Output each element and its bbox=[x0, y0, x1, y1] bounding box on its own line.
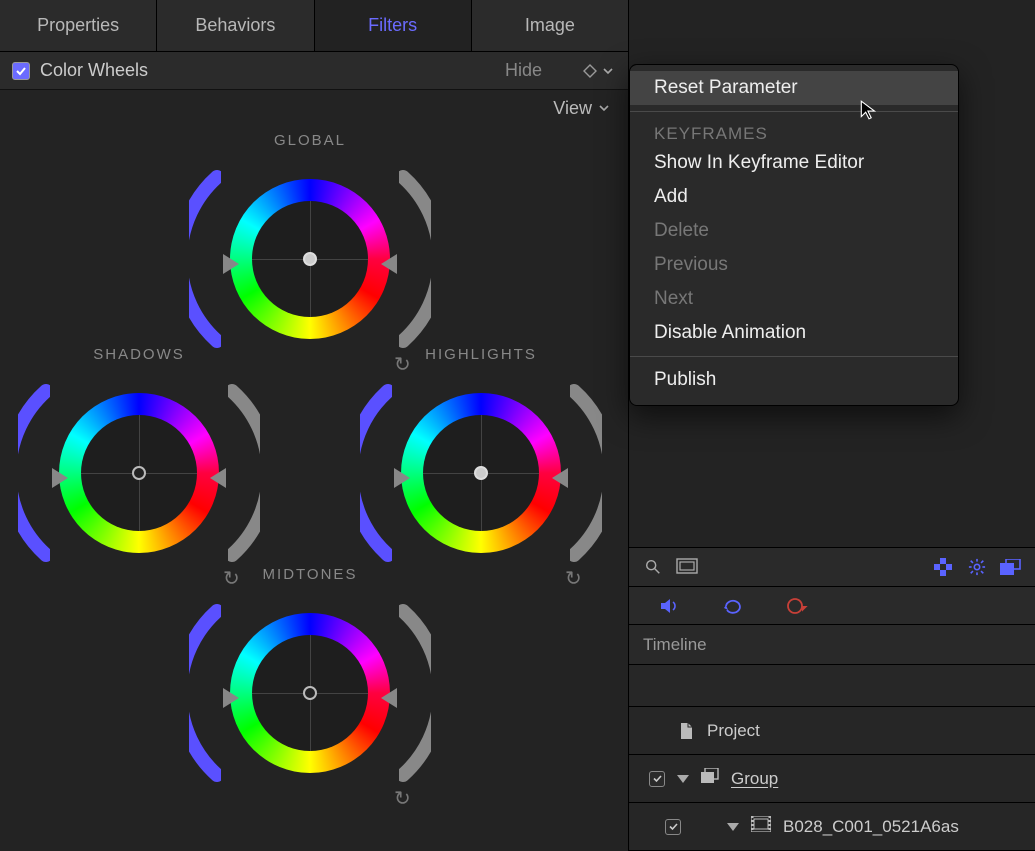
wheel-title-shadows: SHADOWS bbox=[24, 346, 254, 363]
timeline-row-clip[interactable]: B028_C001_0521A6as bbox=[629, 803, 1035, 851]
saturation-arc-shadows[interactable] bbox=[228, 383, 260, 563]
saturation-arc-global[interactable] bbox=[399, 169, 431, 349]
menu-reset-parameter[interactable]: Reset Parameter bbox=[630, 71, 958, 105]
color-wheel-global[interactable]: GLOBAL ↺ bbox=[195, 132, 425, 369]
timeline-row-project[interactable]: Project bbox=[629, 707, 1035, 755]
timeline-subtoolbar bbox=[629, 587, 1035, 625]
search-icon[interactable] bbox=[641, 556, 665, 578]
gear-icon[interactable] bbox=[965, 556, 989, 578]
project-label: Project bbox=[707, 721, 760, 741]
timeline-row-group[interactable]: Group bbox=[629, 755, 1035, 803]
tab-properties[interactable]: Properties bbox=[0, 0, 157, 51]
cursor-icon bbox=[858, 99, 880, 121]
color-wheel-highlights[interactable]: HIGHLIGHTS ↺ bbox=[366, 346, 596, 583]
audio-icon[interactable] bbox=[657, 596, 681, 616]
menu-publish[interactable]: Publish bbox=[630, 363, 958, 397]
menu-heading-keyframes: KEYFRAMES bbox=[630, 118, 958, 146]
clip-label: B028_C001_0521A6as bbox=[783, 817, 959, 837]
keyframe-diamond-icon[interactable] bbox=[582, 63, 598, 79]
tab-image[interactable]: Image bbox=[472, 0, 628, 51]
timeline-heading: Timeline bbox=[629, 625, 1035, 665]
brightness-arc-highlights[interactable] bbox=[360, 383, 392, 563]
filmstrip-icon bbox=[751, 816, 771, 837]
canvas-icon[interactable] bbox=[675, 556, 699, 578]
saturation-arc-midtones[interactable] bbox=[399, 603, 431, 783]
timeline-toolbar bbox=[629, 547, 1035, 587]
color-wheel-shadows[interactable]: SHADOWS ↺ bbox=[24, 346, 254, 583]
wheel-title-midtones: MIDTONES bbox=[195, 566, 425, 583]
brightness-arc-shadows[interactable] bbox=[18, 383, 50, 563]
animation-context-menu: Reset Parameter KEYFRAMES Show In Keyfra… bbox=[629, 64, 959, 406]
color-wheel-midtones[interactable]: MIDTONES ↺ bbox=[195, 566, 425, 803]
tab-behaviors[interactable]: Behaviors bbox=[157, 0, 314, 51]
disclosure-triangle-icon[interactable] bbox=[677, 775, 689, 783]
record-icon[interactable] bbox=[785, 596, 809, 616]
checker-icon[interactable] bbox=[931, 556, 955, 578]
menu-previous: Previous bbox=[630, 248, 958, 282]
menu-show-in-keyframe-editor[interactable]: Show In Keyframe Editor bbox=[630, 146, 958, 180]
loop-icon[interactable] bbox=[721, 596, 745, 616]
wheel-title-global: GLOBAL bbox=[195, 132, 425, 149]
animation-menu-chevron[interactable] bbox=[602, 65, 616, 77]
view-chevron-icon[interactable] bbox=[598, 102, 612, 114]
disclosure-triangle-icon[interactable] bbox=[727, 823, 739, 831]
clip-visible-checkbox[interactable] bbox=[665, 819, 681, 835]
brightness-arc-global[interactable] bbox=[189, 169, 221, 349]
filter-header: Color Wheels Hide bbox=[0, 52, 628, 90]
reset-icon[interactable]: ↺ bbox=[394, 786, 411, 811]
tab-filters[interactable]: Filters bbox=[315, 0, 472, 51]
menu-add[interactable]: Add bbox=[630, 180, 958, 214]
reset-icon[interactable]: ↺ bbox=[565, 566, 582, 591]
menu-next: Next bbox=[630, 282, 958, 316]
panels-icon[interactable] bbox=[999, 556, 1023, 578]
menu-disable-animation[interactable]: Disable Animation bbox=[630, 316, 958, 350]
inspector-tabs: Properties Behaviors Filters Image bbox=[0, 0, 628, 52]
filter-enable-checkbox[interactable] bbox=[12, 62, 30, 80]
hide-button[interactable]: Hide bbox=[505, 60, 542, 81]
group-stack-icon bbox=[701, 768, 719, 789]
group-label: Group bbox=[731, 769, 778, 789]
filter-name: Color Wheels bbox=[40, 60, 148, 81]
color-wheels-area: GLOBAL ↺ SHADOWS bbox=[0, 126, 628, 851]
wheel-title-highlights: HIGHLIGHTS bbox=[366, 346, 596, 363]
saturation-arc-highlights[interactable] bbox=[570, 383, 602, 563]
document-icon bbox=[679, 722, 695, 740]
view-menu[interactable]: View bbox=[553, 98, 592, 119]
brightness-arc-midtones[interactable] bbox=[189, 603, 221, 783]
menu-delete: Delete bbox=[630, 214, 958, 248]
group-visible-checkbox[interactable] bbox=[649, 771, 665, 787]
